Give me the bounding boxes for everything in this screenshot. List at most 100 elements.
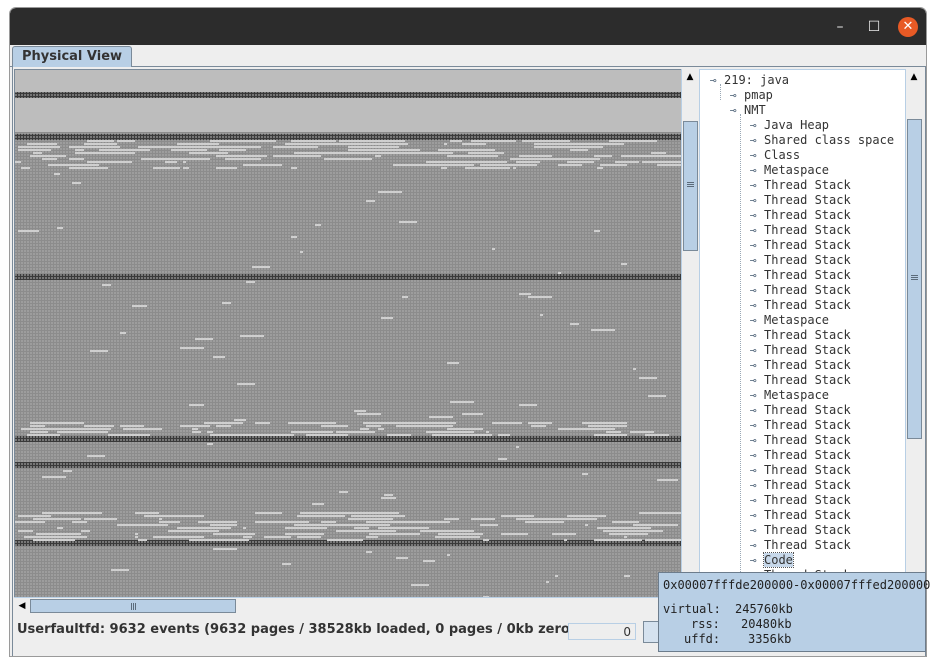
- tree-node-nmt-item[interactable]: ⊸Thread Stack: [750, 223, 851, 238]
- loaded-page: [567, 161, 594, 163]
- scroll-up-arrow-icon[interactable]: ▲: [682, 69, 698, 85]
- loaded-page: [246, 281, 255, 283]
- node-collapsed-icon[interactable]: ⊸: [750, 523, 764, 538]
- tree-node-nmt-item[interactable]: ⊸Thread Stack: [750, 523, 851, 538]
- tree-node-nmt-item[interactable]: ⊸Thread Stack: [750, 433, 851, 448]
- node-expanded-icon[interactable]: ⊸: [730, 103, 744, 118]
- tree-node-nmt-item[interactable]: ⊸ Metaspace: [750, 388, 829, 403]
- memory-map[interactable]: [14, 69, 683, 600]
- tree-node-nmt-item[interactable]: ⊸ Class: [750, 148, 800, 163]
- close-icon[interactable]: ✕: [898, 17, 918, 37]
- tree-node-nmt-item[interactable]: ⊸Thread Stack: [750, 193, 851, 208]
- tree-vertical-scrollbar[interactable]: ▲: [905, 69, 922, 598]
- loaded-page: [195, 143, 219, 145]
- tree-scroll-thumb[interactable]: [907, 119, 922, 439]
- tree-node-nmt-item[interactable]: ⊸ Metaspace: [750, 313, 829, 328]
- tree-node-nmt-item[interactable]: ⊸Thread Stack: [750, 463, 851, 478]
- node-collapsed-icon[interactable]: ⊸: [750, 433, 764, 448]
- tree-node-nmt[interactable]: ⊸ NMT: [730, 103, 766, 118]
- node-collapsed-icon[interactable]: ⊸: [750, 358, 764, 373]
- tree-node-nmt-item[interactable]: ⊸Thread Stack: [750, 418, 851, 433]
- tree-node-nmt-item[interactable]: ⊸ Java Heap: [750, 118, 829, 133]
- loaded-page: [492, 248, 495, 250]
- loaded-page: [621, 263, 627, 265]
- loaded-page: [321, 425, 348, 427]
- memory-map-scroll-thumb[interactable]: [683, 121, 698, 251]
- tree-node-nmt-item[interactable]: ⊸Thread Stack: [750, 373, 851, 388]
- process-tree[interactable]: ⊸ 219: java ⊸ pmap ⊸ NMT ⊸ Java Heap ⊸ Shared …: [699, 69, 907, 600]
- tree-scroll-up-arrow-icon[interactable]: ▲: [906, 69, 922, 85]
- tree-node-nmt-item[interactable]: ⊸Thread Stack: [750, 538, 851, 553]
- node-collapsed-icon[interactable]: ⊸: [750, 388, 764, 403]
- scroll-left-arrow-icon[interactable]: ◀: [14, 598, 30, 614]
- node-collapsed-icon[interactable]: ⊸: [750, 193, 764, 208]
- memory-map-vertical-scrollbar[interactable]: ▲: [681, 69, 698, 598]
- minimize-icon[interactable]: –: [830, 17, 850, 37]
- loaded-page: [429, 416, 453, 418]
- tree-node-root[interactable]: ⊸ 219: java: [710, 73, 789, 88]
- node-collapsed-icon[interactable]: ⊸: [750, 493, 764, 508]
- tree-node-nmt-item[interactable]: ⊸Thread Stack: [750, 238, 851, 253]
- node-collapsed-icon[interactable]: ⊸: [750, 208, 764, 223]
- tab-physical-view[interactable]: Physical View: [12, 46, 133, 67]
- node-collapsed-icon[interactable]: ⊸: [750, 268, 764, 283]
- node-collapsed-icon[interactable]: ⊸: [750, 283, 764, 298]
- tree-node-nmt-item[interactable]: ⊸Thread Stack: [750, 298, 851, 313]
- tree-node-nmt-item[interactable]: ⊸Thread Stack: [750, 283, 851, 298]
- loaded-page: [54, 512, 90, 514]
- node-collapsed-icon[interactable]: ⊸: [750, 178, 764, 193]
- node-collapsed-icon[interactable]: ⊸: [750, 418, 764, 433]
- node-collapsed-icon[interactable]: ⊸: [730, 88, 744, 103]
- node-collapsed-icon[interactable]: ⊸: [750, 253, 764, 268]
- node-collapsed-icon[interactable]: ⊸: [750, 478, 764, 493]
- node-collapsed-icon[interactable]: ⊸: [750, 538, 764, 553]
- loaded-page: [243, 536, 252, 538]
- tree-node-nmt-item[interactable]: ⊸Thread Stack: [750, 328, 851, 343]
- loaded-page: [189, 539, 243, 541]
- tree-node-nmt-item[interactable]: ⊸ Metaspace: [750, 163, 829, 178]
- node-expanded-icon[interactable]: ⊸: [710, 73, 724, 88]
- node-collapsed-icon[interactable]: ⊸: [750, 328, 764, 343]
- tooltip-uffd-label: uffd:: [684, 632, 721, 646]
- node-collapsed-icon[interactable]: ⊸: [750, 553, 764, 568]
- memory-map-horizontal-scrollbar[interactable]: ◀: [14, 597, 681, 614]
- loaded-page: [42, 476, 66, 478]
- loaded-page: [540, 314, 543, 316]
- loaded-page: [165, 161, 177, 163]
- tree-node-nmt-item[interactable]: ⊸Thread Stack: [750, 178, 851, 193]
- tree-node-nmt-item[interactable]: ⊸Thread Stack: [750, 403, 851, 418]
- node-collapsed-icon[interactable]: ⊸: [750, 148, 764, 163]
- loaded-page: [30, 155, 66, 157]
- horizontal-scroll-thumb[interactable]: [30, 599, 236, 613]
- node-collapsed-icon[interactable]: ⊸: [750, 133, 764, 148]
- tree-node-nmt-item[interactable]: ⊸Thread Stack: [750, 493, 851, 508]
- node-collapsed-icon[interactable]: ⊸: [750, 238, 764, 253]
- tree-node-nmt-item[interactable]: ⊸Thread Stack: [750, 478, 851, 493]
- memory-map-canvas[interactable]: [15, 70, 682, 599]
- loaded-page: [594, 230, 600, 232]
- tree-node-nmt-item[interactable]: ⊸Thread Stack: [750, 253, 851, 268]
- tree-node-nmt-item[interactable]: ⊸ Shared class space: [750, 133, 894, 148]
- node-collapsed-icon[interactable]: ⊸: [750, 463, 764, 478]
- tree-node-nmt-item[interactable]: ⊸Thread Stack: [750, 268, 851, 283]
- tree-node-nmt-item[interactable]: ⊸Thread Stack: [750, 448, 851, 463]
- node-collapsed-icon[interactable]: ⊸: [750, 448, 764, 463]
- tree-node-pmap[interactable]: ⊸ pmap: [730, 88, 773, 103]
- node-collapsed-icon[interactable]: ⊸: [750, 163, 764, 178]
- loaded-page: [90, 455, 105, 457]
- node-collapsed-icon[interactable]: ⊸: [750, 403, 764, 418]
- loaded-page: [522, 140, 570, 142]
- node-collapsed-icon[interactable]: ⊸: [750, 508, 764, 523]
- tree-node-nmt-item[interactable]: ⊸Thread Stack: [750, 358, 851, 373]
- tree-node-nmt-item[interactable]: ⊸Thread Stack: [750, 343, 851, 358]
- maximize-icon[interactable]: ☐: [864, 17, 884, 37]
- node-collapsed-icon[interactable]: ⊸: [750, 118, 764, 133]
- node-collapsed-icon[interactable]: ⊸: [750, 313, 764, 328]
- loaded-page: [282, 155, 303, 157]
- tree-node-nmt-item[interactable]: ⊸Thread Stack: [750, 208, 851, 223]
- node-collapsed-icon[interactable]: ⊸: [750, 223, 764, 238]
- node-collapsed-icon[interactable]: ⊸: [750, 298, 764, 313]
- tree-node-nmt-item[interactable]: ⊸Thread Stack: [750, 508, 851, 523]
- node-collapsed-icon[interactable]: ⊸: [750, 373, 764, 388]
- node-collapsed-icon[interactable]: ⊸: [750, 343, 764, 358]
